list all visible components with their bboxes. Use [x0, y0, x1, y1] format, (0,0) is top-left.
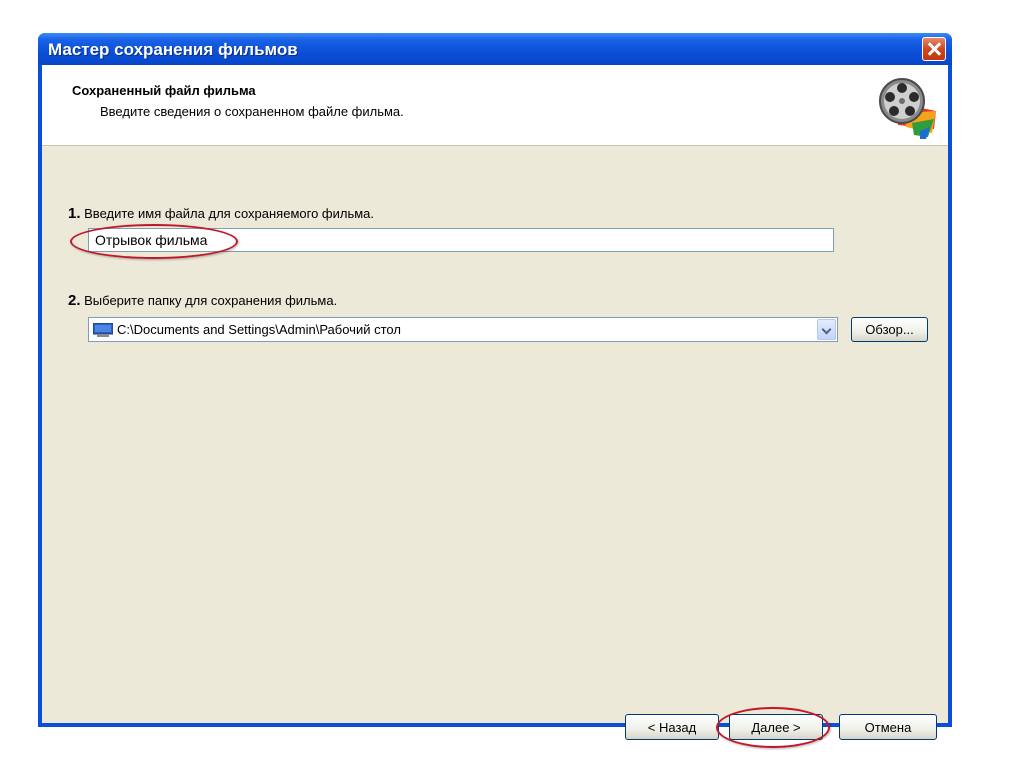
folder-select[interactable]: C:\Documents and Settings\Admin\Рабочий … — [88, 317, 838, 342]
desktop-icon — [93, 323, 113, 337]
folder-path: C:\Documents and Settings\Admin\Рабочий … — [117, 322, 401, 337]
window-title: Мастер сохранения фильмов — [48, 40, 298, 59]
step2-label: 2. Выберите папку для сохранения фильма. — [68, 292, 337, 309]
wizard-header: Сохраненный файл фильма Введите сведения… — [42, 65, 948, 146]
step1-text: Введите имя файла для сохраняемого фильм… — [84, 206, 374, 221]
chevron-down-icon[interactable] — [817, 319, 836, 340]
title-bar[interactable]: Мастер сохранения фильмов — [38, 33, 952, 65]
header-title: Сохраненный файл фильма — [72, 83, 256, 98]
dialog-client-area: Сохраненный файл фильма Введите сведения… — [42, 65, 948, 748]
highlight-ellipse-next — [716, 707, 830, 748]
step1-number: 1. — [68, 205, 81, 222]
browse-button[interactable]: Обзор... — [851, 317, 928, 342]
step2-text: Выберите папку для сохранения фильма. — [84, 293, 338, 308]
header-subtitle: Введите сведения о сохраненном файле фил… — [100, 104, 404, 119]
close-button[interactable] — [922, 37, 946, 61]
back-button[interactable]: < Назад — [625, 714, 719, 740]
step2-number: 2. — [68, 292, 81, 309]
highlight-ellipse-filename — [70, 224, 238, 259]
cancel-button[interactable]: Отмена — [839, 714, 937, 740]
film-reel-icon — [879, 78, 936, 139]
step1-label: 1. Введите имя файла для сохраняемого фи… — [68, 205, 374, 222]
wizard-window: Мастер сохранения фильмов Сохраненный фа… — [38, 33, 952, 748]
